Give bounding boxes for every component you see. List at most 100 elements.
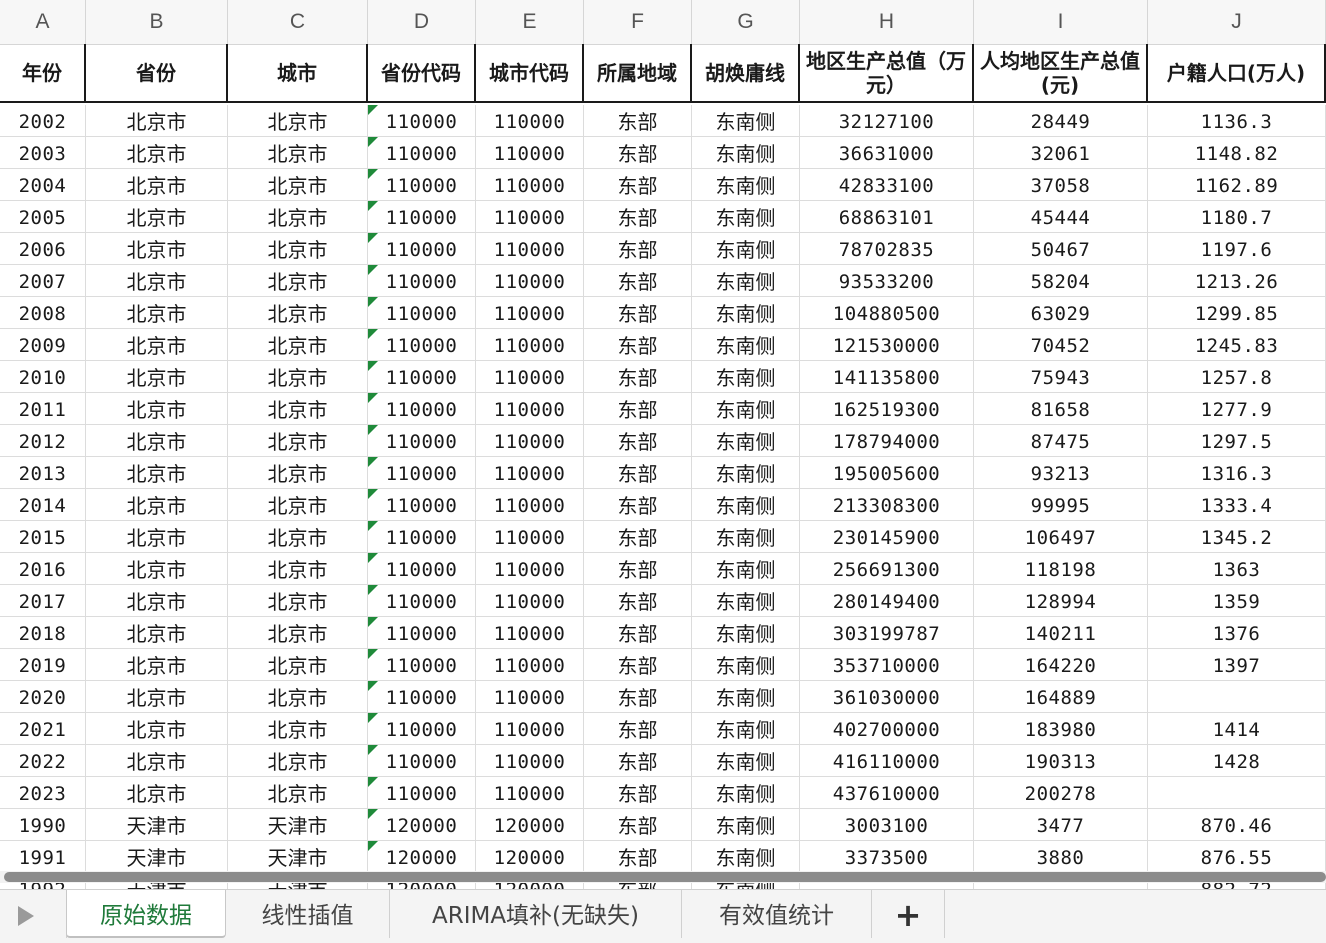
- table-cell[interactable]: 北京市: [228, 425, 368, 457]
- table-cell[interactable]: 110000: [476, 201, 584, 233]
- table-cell[interactable]: 北京市: [86, 201, 228, 233]
- table-cell[interactable]: 110000: [476, 617, 584, 649]
- table-cell[interactable]: 1297.5: [1148, 425, 1326, 457]
- table-cell[interactable]: 东南侧: [692, 777, 800, 809]
- table-cell[interactable]: 东部: [584, 777, 692, 809]
- table-cell[interactable]: 北京市: [86, 489, 228, 521]
- table-cell[interactable]: 东部: [584, 169, 692, 201]
- column-letter-c[interactable]: C: [228, 0, 368, 44]
- table-cell[interactable]: 北京市: [228, 201, 368, 233]
- table-cell[interactable]: 东南侧: [692, 201, 800, 233]
- header-cell[interactable]: 城市代码: [476, 44, 584, 103]
- table-cell[interactable]: 北京市: [86, 713, 228, 745]
- table-cell[interactable]: 2014: [0, 489, 86, 521]
- sheet-tab-linear-interpolation[interactable]: 线性插值: [226, 890, 390, 938]
- table-cell[interactable]: 42833100: [800, 169, 974, 201]
- table-cell[interactable]: 63029: [974, 297, 1148, 329]
- column-letter-h[interactable]: H: [800, 0, 974, 44]
- table-cell[interactable]: 110000: [368, 297, 476, 329]
- table-cell[interactable]: 北京市: [86, 553, 228, 585]
- table-cell[interactable]: 110000: [476, 329, 584, 361]
- table-cell[interactable]: 东部: [584, 553, 692, 585]
- table-cell[interactable]: 178794000: [800, 425, 974, 457]
- table-cell[interactable]: 东部: [584, 841, 692, 873]
- table-cell[interactable]: 北京市: [228, 777, 368, 809]
- table-cell[interactable]: 110000: [368, 489, 476, 521]
- table-cell[interactable]: 北京市: [86, 425, 228, 457]
- table-cell[interactable]: 1136.3: [1148, 105, 1326, 137]
- table-cell[interactable]: 2007: [0, 265, 86, 297]
- scrollbar-thumb[interactable]: [4, 872, 1326, 882]
- table-cell[interactable]: 110000: [368, 169, 476, 201]
- sheet-tab-valid-count[interactable]: 有效值统计: [682, 890, 872, 938]
- table-cell[interactable]: 110000: [368, 457, 476, 489]
- table-cell[interactable]: 3477: [974, 809, 1148, 841]
- table-cell[interactable]: 120000: [476, 841, 584, 873]
- table-cell[interactable]: 东部: [584, 393, 692, 425]
- table-cell[interactable]: 1376: [1148, 617, 1326, 649]
- table-cell[interactable]: 93533200: [800, 265, 974, 297]
- table-cell[interactable]: 东部: [584, 713, 692, 745]
- table-cell[interactable]: 东部: [584, 585, 692, 617]
- table-cell[interactable]: 353710000: [800, 649, 974, 681]
- table-cell[interactable]: 东南侧: [692, 553, 800, 585]
- header-cell[interactable]: 户籍人口(万人): [1148, 44, 1326, 103]
- table-cell[interactable]: 45444: [974, 201, 1148, 233]
- header-cell[interactable]: 省份代码: [368, 44, 476, 103]
- table-cell[interactable]: 东南侧: [692, 649, 800, 681]
- table-cell[interactable]: 北京市: [228, 233, 368, 265]
- table-cell[interactable]: 北京市: [86, 617, 228, 649]
- table-cell[interactable]: 361030000: [800, 681, 974, 713]
- table-cell[interactable]: 东部: [584, 137, 692, 169]
- table-cell[interactable]: 东南侧: [692, 809, 800, 841]
- column-letter-a[interactable]: A: [0, 0, 86, 44]
- table-cell[interactable]: 141135800: [800, 361, 974, 393]
- table-cell[interactable]: 2017: [0, 585, 86, 617]
- table-cell[interactable]: 东南侧: [692, 489, 800, 521]
- horizontal-scrollbar[interactable]: [0, 871, 1326, 883]
- table-cell[interactable]: 东部: [584, 809, 692, 841]
- table-cell[interactable]: 110000: [476, 105, 584, 137]
- table-cell[interactable]: 北京市: [228, 521, 368, 553]
- table-cell[interactable]: 2006: [0, 233, 86, 265]
- table-cell[interactable]: 2013: [0, 457, 86, 489]
- table-cell[interactable]: 东南侧: [692, 681, 800, 713]
- table-cell[interactable]: 183980: [974, 713, 1148, 745]
- header-cell[interactable]: 所属地域: [584, 44, 692, 103]
- table-cell[interactable]: 东部: [584, 105, 692, 137]
- table-cell[interactable]: 1990: [0, 809, 86, 841]
- table-cell[interactable]: 110000: [476, 393, 584, 425]
- table-cell[interactable]: 东南侧: [692, 233, 800, 265]
- table-cell[interactable]: 1397: [1148, 649, 1326, 681]
- column-letter-d[interactable]: D: [368, 0, 476, 44]
- table-cell[interactable]: 东部: [584, 201, 692, 233]
- table-cell[interactable]: 东部: [584, 617, 692, 649]
- table-cell[interactable]: 3003100: [800, 809, 974, 841]
- table-cell[interactable]: 110000: [476, 489, 584, 521]
- table-cell[interactable]: 2019: [0, 649, 86, 681]
- table-cell[interactable]: 2022: [0, 745, 86, 777]
- table-cell[interactable]: 37058: [974, 169, 1148, 201]
- table-cell[interactable]: 东部: [584, 233, 692, 265]
- table-cell[interactable]: 2009: [0, 329, 86, 361]
- table-cell[interactable]: 1245.83: [1148, 329, 1326, 361]
- table-cell[interactable]: 110000: [368, 745, 476, 777]
- table-cell[interactable]: 58204: [974, 265, 1148, 297]
- table-cell[interactable]: 北京市: [86, 297, 228, 329]
- table-cell[interactable]: 东南侧: [692, 265, 800, 297]
- table-cell[interactable]: 2010: [0, 361, 86, 393]
- table-cell[interactable]: 东南侧: [692, 329, 800, 361]
- table-cell[interactable]: 1162.89: [1148, 169, 1326, 201]
- table-cell[interactable]: 东南侧: [692, 585, 800, 617]
- table-cell[interactable]: 110000: [368, 617, 476, 649]
- table-cell[interactable]: 195005600: [800, 457, 974, 489]
- table-cell[interactable]: 1299.85: [1148, 297, 1326, 329]
- table-cell[interactable]: 140211: [974, 617, 1148, 649]
- table-cell[interactable]: 东南侧: [692, 713, 800, 745]
- table-cell[interactable]: 东部: [584, 649, 692, 681]
- sheet-scroll-play-icon[interactable]: [0, 890, 67, 938]
- table-cell[interactable]: 2008: [0, 297, 86, 329]
- table-cell[interactable]: 36631000: [800, 137, 974, 169]
- table-cell[interactable]: 110000: [476, 649, 584, 681]
- header-cell[interactable]: 城市: [228, 44, 368, 103]
